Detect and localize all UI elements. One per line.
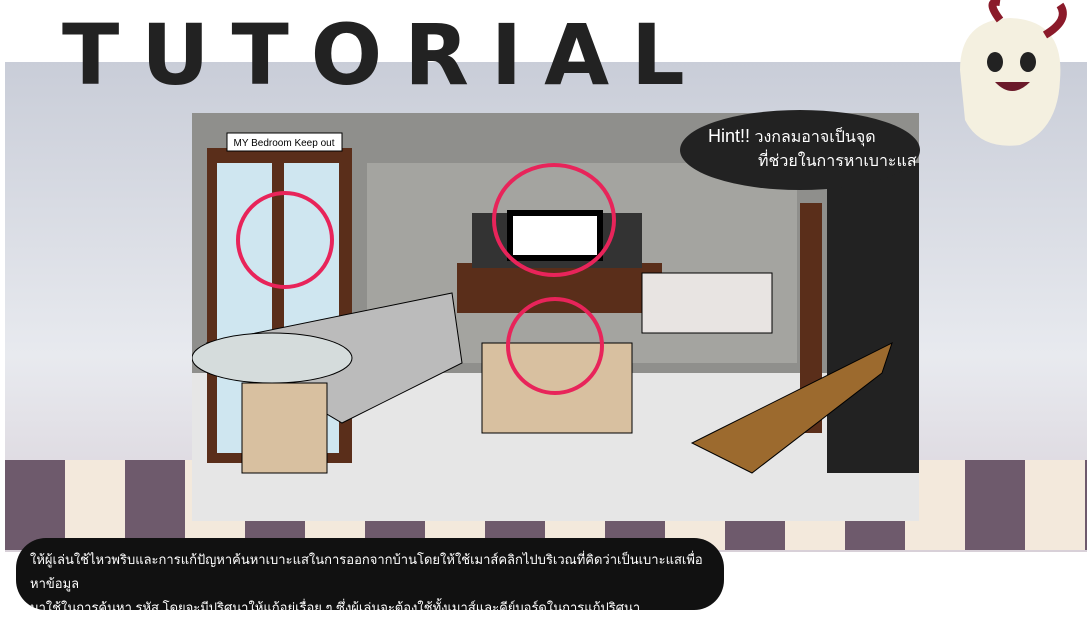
hint-text-2: ที่ช่วยในการหาเบาะแส: [758, 153, 917, 170]
hint-label: Hint!!: [708, 126, 751, 146]
ghost-mascot-icon: [960, 0, 1067, 146]
tutorial-description: ให้ผู้เล่นใช้ไหวพริบและการแก้ปัญหาค้นหาเ…: [16, 538, 724, 615]
hint-bubble: Hint!! วงกลมอาจเป็นจุด ที่ช่วยในการหาเบา…: [680, 110, 920, 190]
tv[interactable]: [507, 210, 603, 261]
description-line-1: ให้ผู้เล่นใช้ไหวพริบและการแก้ปัญหาค้นหาเ…: [30, 552, 703, 591]
bedroom-sign[interactable]: MY Bedroom Keep out: [234, 138, 335, 149]
description-line-2: มาใช้ในการค้นหา รหัส โดยจะมีปริศนาให้แก้…: [30, 600, 641, 615]
page-title: TUTORIAL: [62, 6, 707, 104]
hint-text-1: วงกลมอาจเป็นจุด: [754, 129, 876, 146]
